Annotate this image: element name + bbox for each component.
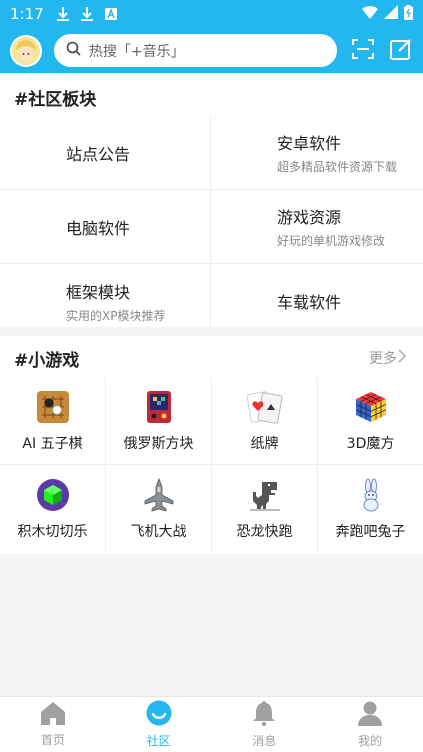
game-item-rabbit[interactable]: 奔跑吧兔子 bbox=[318, 465, 423, 552]
game-name: 奔跑吧兔子 bbox=[335, 523, 406, 540]
game-item-solitaire[interactable]: 纸牌 bbox=[212, 378, 318, 465]
forum-item-car-software[interactable]: 车载软件 bbox=[211, 264, 423, 338]
game-name: 飞机大战 bbox=[130, 523, 187, 540]
game-item-rubiks-cube[interactable]: 3D魔方 bbox=[318, 378, 423, 465]
top-bar: 1:17 热搜「+音乐」 bbox=[0, 0, 423, 73]
avatar[interactable] bbox=[10, 34, 42, 67]
nav-community[interactable]: 社区 bbox=[106, 697, 212, 752]
airplane-icon bbox=[141, 477, 177, 513]
bottom-nav: 首页 社区 消息 我的 bbox=[0, 696, 423, 752]
game-item-dinosaur[interactable]: 恐龙快跑 bbox=[212, 465, 318, 552]
edit-icon bbox=[390, 38, 412, 64]
app-notification-icon bbox=[104, 7, 118, 21]
search-placeholder: 热搜「+音乐」 bbox=[88, 43, 185, 60]
gomoku-icon bbox=[35, 389, 71, 425]
forum-item-title: 游戏资源 bbox=[277, 208, 342, 227]
rubiks-cube-icon bbox=[353, 389, 389, 425]
search-icon bbox=[66, 41, 81, 60]
game-name: 积木切切乐 bbox=[17, 523, 88, 540]
home-icon bbox=[40, 701, 66, 729]
forum-item-title: 安卓软件 bbox=[277, 134, 342, 153]
game-item-airplane[interactable]: 飞机大战 bbox=[106, 465, 212, 552]
scan-icon bbox=[352, 38, 375, 64]
battery-icon bbox=[404, 4, 413, 24]
games-section: #小游戏 更多 AI 五子棋 俄罗斯方块 纸牌 3D魔方 积木切切乐 飞机大战 … bbox=[0, 336, 423, 554]
more-label: 更多 bbox=[369, 351, 397, 367]
person-icon bbox=[357, 700, 383, 730]
forum-item-title: 站点公告 bbox=[66, 144, 131, 164]
status-time: 1:17 bbox=[10, 5, 44, 23]
forum-item-title: 电脑软件 bbox=[66, 218, 131, 238]
post-button[interactable] bbox=[389, 38, 413, 64]
forum-item-subtitle: 实用的XP模块推荐 bbox=[66, 308, 166, 323]
game-name: AI 五子棋 bbox=[22, 436, 83, 452]
section-title: #小游戏 bbox=[14, 351, 80, 371]
wifi-icon bbox=[362, 5, 378, 23]
forum-item-announcement[interactable]: 站点公告 bbox=[0, 116, 211, 190]
game-name: 3D魔方 bbox=[346, 436, 395, 452]
nav-label: 消息 bbox=[252, 734, 277, 748]
tetris-icon bbox=[141, 389, 177, 425]
forum-item-game-resources[interactable]: 游戏资源 好玩的单机游戏修改 bbox=[211, 190, 423, 264]
signal-icon bbox=[384, 5, 398, 23]
nav-messages[interactable]: 消息 bbox=[212, 697, 318, 752]
nav-profile[interactable]: 我的 bbox=[317, 697, 423, 752]
game-item-block-cut[interactable]: 积木切切乐 bbox=[0, 465, 106, 552]
forum-item-android[interactable]: 安卓软件 超多精品软件资源下载 bbox=[211, 116, 423, 190]
nav-home[interactable]: 首页 bbox=[0, 697, 106, 752]
community-icon bbox=[146, 700, 172, 730]
chevron-right-icon bbox=[397, 349, 407, 367]
download-icon bbox=[56, 7, 70, 21]
download-icon bbox=[80, 7, 94, 21]
forum-item-pc-software[interactable]: 电脑软件 bbox=[0, 190, 211, 264]
section-title: #社区板块 bbox=[14, 90, 97, 110]
more-link[interactable]: 更多 bbox=[369, 348, 407, 368]
search-bar[interactable]: 热搜「+音乐」 bbox=[53, 34, 338, 67]
nav-label: 首页 bbox=[40, 733, 65, 747]
game-item-tetris[interactable]: 俄罗斯方块 bbox=[106, 378, 212, 465]
games-grid: AI 五子棋 俄罗斯方块 纸牌 3D魔方 积木切切乐 飞机大战 恐龙快跑 奔跑吧… bbox=[0, 378, 423, 552]
forum-grid: 站点公告 安卓软件 超多精品软件资源下载 电脑软件 游戏资源 好玩的单机游戏修改… bbox=[0, 116, 423, 338]
game-name: 恐龙快跑 bbox=[236, 523, 293, 540]
forum-item-framework-modules[interactable]: 框架模块 实用的XP模块推荐 bbox=[0, 264, 211, 338]
dinosaur-icon bbox=[247, 477, 283, 513]
game-name: 纸牌 bbox=[250, 436, 279, 452]
header: 热搜「+音乐」 bbox=[0, 28, 423, 73]
forum-section: #社区板块 站点公告 安卓软件 超多精品软件资源下载 电脑软件 游戏资源 好玩的… bbox=[0, 73, 423, 338]
game-name: 俄罗斯方块 bbox=[123, 436, 194, 452]
scan-button[interactable] bbox=[351, 38, 375, 64]
forum-item-subtitle: 好玩的单机游戏修改 bbox=[277, 234, 386, 248]
nav-label: 社区 bbox=[146, 734, 171, 748]
rabbit-icon bbox=[353, 477, 389, 513]
cards-icon bbox=[246, 389, 283, 425]
nav-label: 我的 bbox=[358, 734, 383, 748]
forum-item-subtitle: 超多精品软件资源下载 bbox=[277, 160, 398, 174]
bell-icon bbox=[252, 700, 276, 730]
forum-item-title: 框架模块 bbox=[66, 282, 131, 302]
game-item-gomoku[interactable]: AI 五子棋 bbox=[0, 378, 106, 465]
status-bar: 1:17 bbox=[0, 0, 423, 28]
forum-item-title: 车载软件 bbox=[277, 293, 342, 312]
block-cut-icon bbox=[35, 477, 71, 513]
